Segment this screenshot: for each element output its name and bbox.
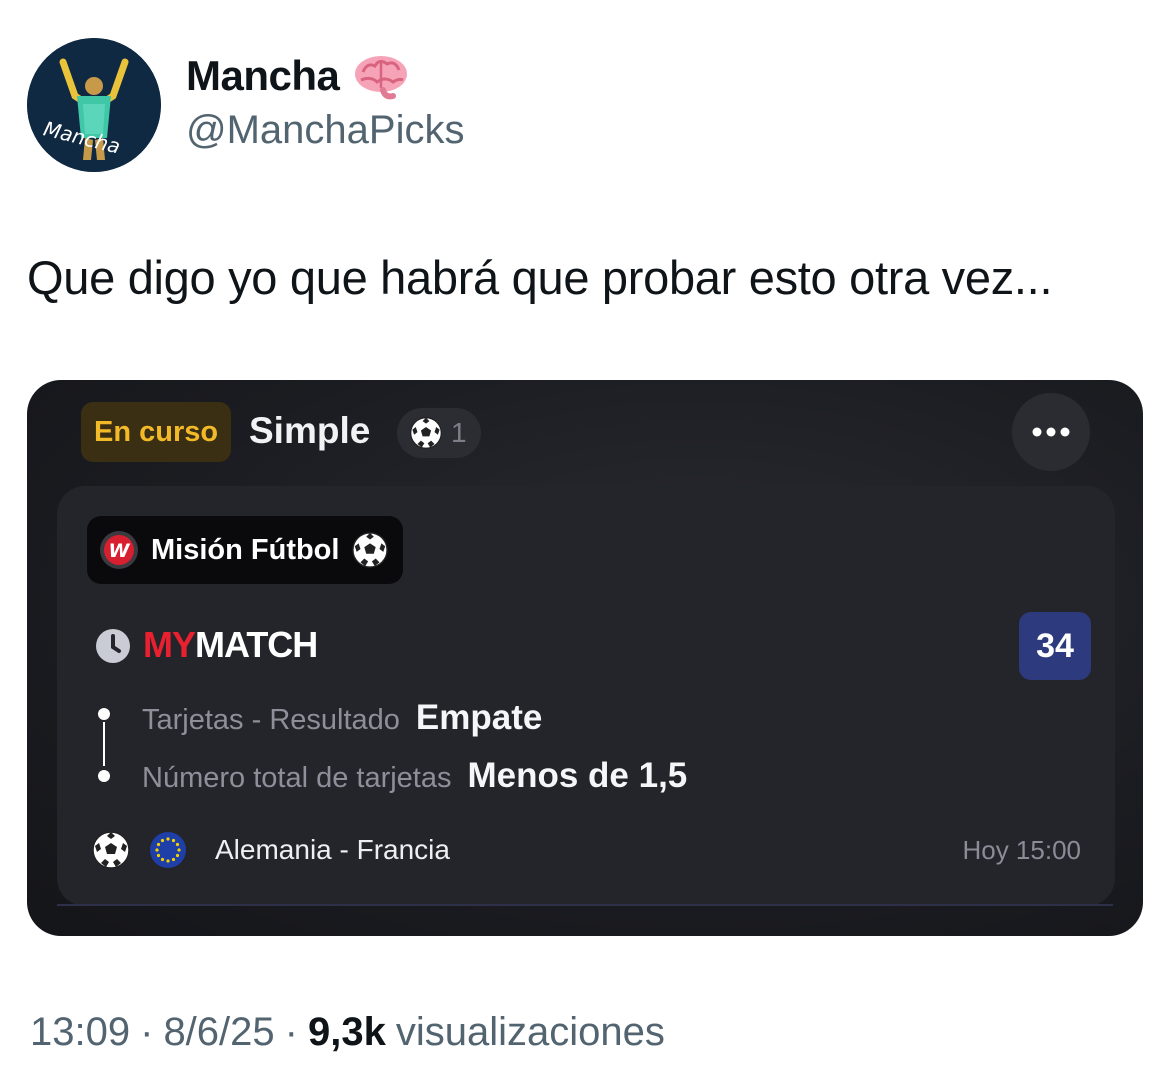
brain-emoji-icon: [353, 52, 409, 100]
clock-icon: [96, 629, 130, 663]
eu-flag-icon: [150, 832, 186, 868]
selection-pick: Empate: [415, 698, 543, 737]
selection-row: Número total de tarjetas Menos de 1,5: [142, 756, 687, 796]
selection-pick: Menos de 1,5: [467, 756, 688, 795]
tweet-meta: 13:09 · 8/6/25 · 9,3k visualizaciones: [30, 1010, 665, 1055]
avatar[interactable]: Mancha: [27, 38, 161, 172]
w-logo-icon: W: [100, 531, 138, 569]
selection-row: Tarjetas - Resultado Empate: [142, 698, 542, 738]
mission-badge[interactable]: W Misión Fútbol: [87, 516, 404, 584]
event-time: Hoy 15:00: [962, 835, 1081, 865]
selection-market: Número total de tarjetas: [142, 762, 452, 794]
tweet-text: Que digo yo que habrá que probar esto ot…: [27, 251, 1053, 304]
event-row: Alemania - Francia Hoy 15:00: [91, 828, 1081, 874]
odds-badge: 34: [1019, 612, 1091, 680]
selection-count: 1: [451, 417, 467, 448]
tweet-date[interactable]: 8/6/25: [163, 1010, 274, 1055]
bet-slip-image[interactable]: En curso Simple 1 W Misión Fútbol MYMATC…: [27, 380, 1143, 936]
handle[interactable]: @ManchaPicks: [186, 108, 464, 153]
svg-text:W: W: [109, 540, 131, 562]
author-name-row[interactable]: Mancha: [186, 52, 409, 100]
status-badge: En curso: [81, 402, 232, 462]
views-label: visualizaciones: [395, 1010, 665, 1054]
tweet-time[interactable]: 13:09: [30, 1010, 130, 1055]
meta-separator: ·: [284, 1010, 298, 1054]
mission-label: Misión Fútbol: [151, 533, 340, 566]
soccer-ball-icon: [410, 417, 442, 449]
avatar-image: Mancha: [27, 38, 161, 172]
brand-white-part: MATCH: [195, 624, 318, 665]
mymatch-logo: MYMATCH: [143, 624, 318, 666]
event-teams: Alemania - Francia: [215, 834, 450, 865]
views-count[interactable]: 9,3k: [308, 1010, 386, 1055]
bet-type-label: Simple: [249, 410, 371, 451]
selection-count-pill: 1: [397, 408, 481, 458]
selection-market: Tarjetas - Resultado: [142, 704, 400, 736]
soccer-ball-icon: [352, 532, 389, 568]
display-name[interactable]: Mancha: [186, 52, 340, 100]
brand-red-part: MY: [143, 624, 196, 665]
selection-timeline-icon: [98, 708, 110, 782]
selection-panel: W Misión Fútbol MYMATCH 34 Tarjetas - Re…: [57, 486, 1115, 906]
soccer-ball-icon: [92, 831, 130, 869]
meta-separator: ·: [140, 1010, 154, 1054]
ellipsis-icon: [1032, 427, 1070, 437]
more-options-button[interactable]: [1012, 393, 1090, 471]
divider: [57, 904, 1113, 906]
